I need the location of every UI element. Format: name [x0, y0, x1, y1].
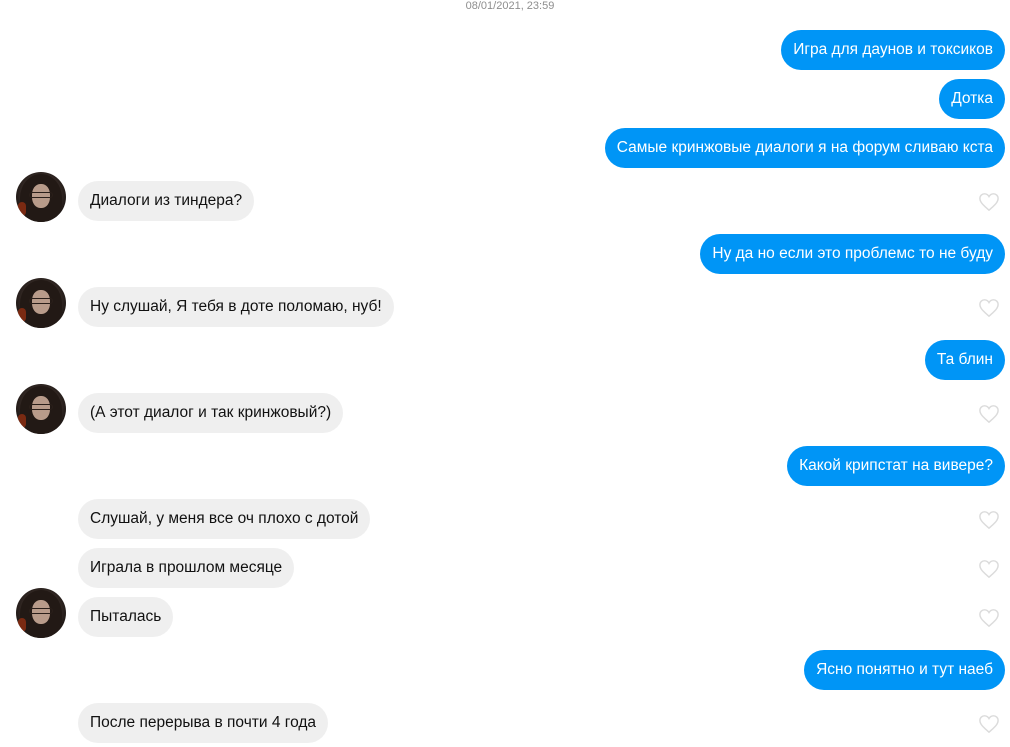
contact-avatar[interactable]: [16, 384, 66, 434]
like-heart-icon[interactable]: [978, 559, 1000, 579]
outgoing-message-bubble[interactable]: Дотка: [939, 79, 1005, 119]
message-text: Слушай, у меня все оч плохо с дотой: [90, 510, 359, 527]
message-text: После перерыва в почти 4 года: [90, 714, 317, 731]
like-heart-icon[interactable]: [978, 192, 1000, 212]
contact-avatar[interactable]: [16, 588, 66, 638]
incoming-message-bubble[interactable]: Слушай, у меня все оч плохо с дотой: [78, 499, 371, 539]
incoming-message-bubble[interactable]: Диалоги из тиндера?: [78, 181, 255, 221]
outgoing-message-bubble[interactable]: Та блин: [924, 340, 1005, 380]
message-text: Играла в прошлом месяце: [90, 559, 283, 576]
like-heart-icon[interactable]: [978, 714, 1000, 734]
message-text: Пыталась: [90, 608, 162, 625]
message-text: Игра для даунов и токсиков: [793, 41, 993, 58]
incoming-message-bubble[interactable]: Играла в прошлом месяце: [78, 548, 295, 588]
contact-avatar[interactable]: [16, 172, 66, 222]
like-heart-icon[interactable]: [978, 510, 1000, 530]
message-timestamp: 08/01/2021, 23:59: [465, 0, 555, 12]
message-text: Самые кринжовые диалоги я на форум слива…: [616, 139, 993, 156]
incoming-message-bubble[interactable]: Пыталась: [78, 597, 174, 637]
outgoing-message-bubble[interactable]: Ну да но если это проблемс то не буду: [700, 234, 1005, 274]
like-heart-icon[interactable]: [978, 608, 1000, 628]
message-text: Ясно понятно и тут наеб: [816, 661, 993, 678]
message-text: (А этот диалог и так кринжовый?): [90, 404, 332, 421]
incoming-message-bubble[interactable]: После перерыва в почти 4 года: [78, 703, 329, 743]
message-text: Дотка: [951, 90, 993, 107]
message-text: Ну да но если это проблемс то не буду: [712, 245, 993, 262]
incoming-message-bubble[interactable]: (А этот диалог и так кринжовый?): [78, 393, 344, 433]
outgoing-message-bubble[interactable]: Самые кринжовые диалоги я на форум слива…: [604, 128, 1005, 168]
chat-thread: 08/01/2021, 23:59 Игра для даунов и токс…: [0, 0, 1010, 747]
message-text: Какой крипстат на вивере?: [799, 457, 993, 474]
outgoing-message-bubble[interactable]: Ясно понятно и тут наеб: [804, 650, 1005, 690]
like-heart-icon[interactable]: [978, 404, 1000, 424]
outgoing-message-bubble[interactable]: Какой крипстат на вивере?: [787, 446, 1005, 486]
message-text: Ну слушай, Я тебя в доте поломаю, нуб!: [90, 298, 382, 315]
contact-avatar[interactable]: [16, 278, 66, 328]
incoming-message-bubble[interactable]: Ну слушай, Я тебя в доте поломаю, нуб!: [78, 287, 394, 327]
message-text: Та блин: [936, 351, 993, 368]
message-text: Диалоги из тиндера?: [90, 192, 243, 209]
outgoing-message-bubble[interactable]: Игра для даунов и токсиков: [781, 30, 1005, 70]
like-heart-icon[interactable]: [978, 298, 1000, 318]
